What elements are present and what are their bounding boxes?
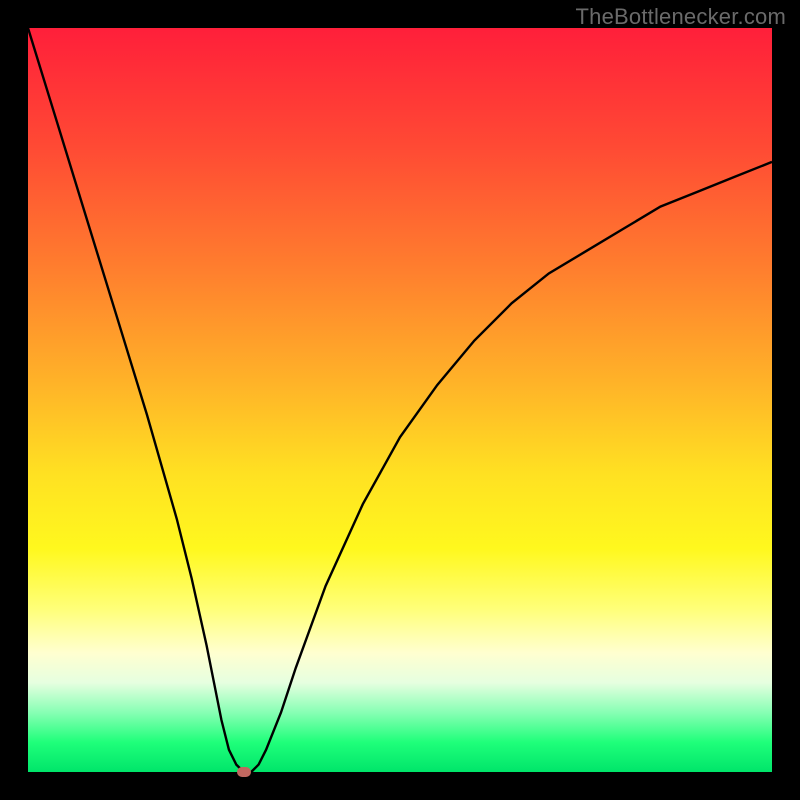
bottleneck-curve — [28, 28, 772, 772]
chart-frame: TheBottlenecker.com — [0, 0, 800, 800]
optimal-marker — [237, 767, 251, 777]
plot-area — [28, 28, 772, 772]
curve-svg — [28, 28, 772, 772]
watermark-text: TheBottlenecker.com — [576, 4, 786, 30]
